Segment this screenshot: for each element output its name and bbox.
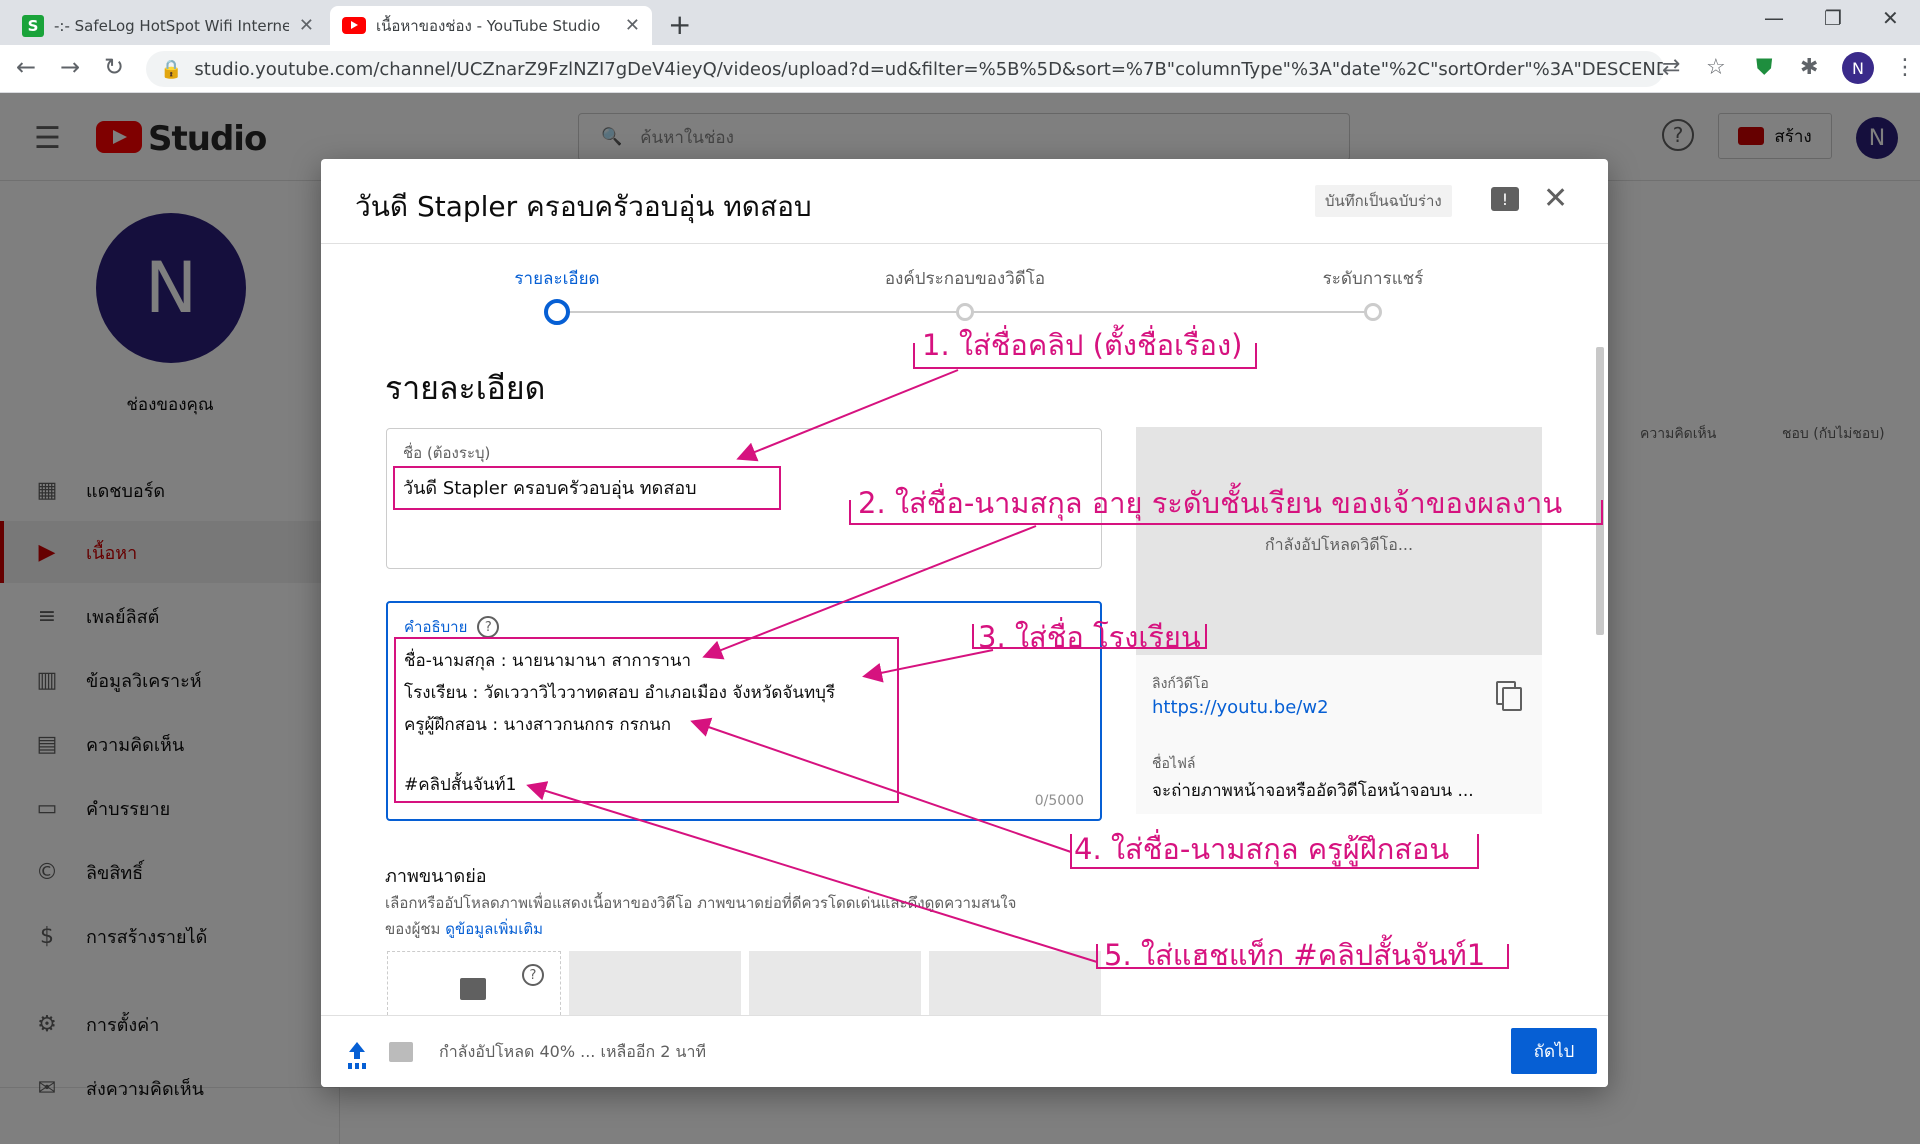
add-image-icon [460, 978, 486, 1000]
description-highlight-box [394, 637, 899, 803]
next-button[interactable]: ถัดไป [1511, 1028, 1597, 1074]
url-text: studio.youtube.com/channel/UCZnarZ9FzlNZ… [194, 58, 1664, 80]
video-link[interactable]: https://youtu.be/w2 [1152, 697, 1329, 718]
hd-icon [389, 1042, 413, 1062]
filename-value: จะถ่ายภาพหน้าจอหรืออัดวิดีโอหน้าจอบน ... [1152, 781, 1474, 801]
copy-icon[interactable] [1496, 681, 1522, 711]
close-tab-icon[interactable]: ✕ [625, 15, 640, 36]
dialog-footer: กำลังอัปโหลด 40% ... เหลืออีก 2 นาที ถัด… [321, 1015, 1608, 1087]
close-icon[interactable]: ✕ [1543, 181, 1568, 216]
minimize-icon[interactable]: — [1764, 6, 1784, 30]
dialog-title: วันดี Stapler ครอบครัวอบอุ่น ทดสอบ [355, 190, 812, 223]
annotation-3: 3. ใส่ชื่อ โรงเรียน [978, 620, 1201, 654]
annotation-2: 2. ใส่ชื่อ-นามสกุล อายุ ระดับชั้นเรียน ข… [858, 486, 1563, 520]
learn-more-link[interactable]: ดูข้อมูลเพิ่มเติม [445, 920, 543, 938]
youtube-favicon-icon [342, 17, 366, 34]
help-icon[interactable]: ? [477, 616, 500, 638]
annotation-5: 5. ใส่แฮชแท็ก #คลิปสั้นจันท์1 [1104, 938, 1486, 972]
browser-menu-icon[interactable]: ⋮ [1894, 55, 1916, 80]
window-close-icon[interactable]: ✕ [1882, 6, 1899, 30]
help-icon[interactable]: ? [522, 964, 544, 986]
translate-icon[interactable]: ⇄ [1662, 55, 1680, 80]
annotation-1: 1. ใส่ชื่อคลิป (ตั้งชื่อเรื่อง) [922, 328, 1243, 362]
restore-icon[interactable]: ❐ [1824, 6, 1842, 30]
video-link-label: ลิงก์วิดีโอ [1152, 676, 1209, 692]
extensions-puzzle-icon[interactable]: ✱ [1800, 55, 1818, 80]
close-tab-icon[interactable]: ✕ [299, 15, 314, 36]
description-label-text: คำอธิบาย [404, 618, 468, 636]
back-icon[interactable]: ← [16, 53, 36, 81]
lock-icon: 🔒 [160, 58, 183, 80]
reload-icon[interactable]: ↻ [104, 53, 124, 81]
dialog-scrollbar[interactable] [1596, 347, 1604, 635]
new-tab-icon[interactable]: + [668, 8, 691, 41]
step-details[interactable]: รายละเอียด [514, 265, 599, 292]
thumbnail-description-2: ของผู้ชม ดูข้อมูลเพิ่มเติม [385, 917, 543, 941]
thumbnail-desc-text: ของผู้ชม [385, 920, 441, 938]
shield-extension-icon[interactable]: ⛊ [1756, 55, 1773, 80]
step-visibility[interactable]: ระดับการแชร์ [1323, 265, 1424, 292]
upload-status: กำลังอัปโหลด 40% ... เหลืออีก 2 นาที [439, 1042, 707, 1061]
forward-icon[interactable]: → [60, 53, 80, 81]
filename-label: ชื่อไฟล์ [1152, 756, 1196, 772]
upload-icon [347, 1042, 367, 1064]
thumbnail-description: เลือกหรืออัปโหลดภาพเพื่อแสดงเนื้อหาของวิ… [385, 894, 1017, 912]
safelog-favicon-icon: S [22, 14, 44, 37]
report-feedback-icon[interactable]: ! [1491, 187, 1519, 211]
section-title: รายละเอียด [385, 369, 546, 407]
step-video-elements[interactable]: องค์ประกอบของวิดีโอ [885, 265, 1045, 292]
browser-tab-safelog[interactable]: S -:- SafeLog HotSpot Wifi Internet ✕ [10, 6, 326, 45]
tab-title: -:- SafeLog HotSpot Wifi Internet [54, 16, 289, 35]
address-bar[interactable]: 🔒 studio.youtube.com/channel/UCZnarZ9Fzl… [146, 51, 1664, 87]
thumbnail-heading: ภาพขนาดย่อ [385, 866, 487, 887]
browser-toolbar: ← → ↻ 🔒 studio.youtube.com/channel/UCZna… [0, 45, 1920, 93]
save-draft-button[interactable]: บันทึกเป็นฉบับร่าง [1315, 185, 1452, 217]
step-dot-details[interactable] [544, 299, 570, 325]
step-dot-visibility[interactable] [1364, 303, 1382, 321]
title-field-label: ชื่อ (ต้องระบุ) [403, 444, 491, 462]
tab-title: เนื้อหาของช่อง - YouTube Studio [376, 16, 601, 35]
title-highlight-box [393, 466, 781, 510]
bookmark-star-icon[interactable]: ☆ [1706, 55, 1726, 80]
browser-tabstrip: S -:- SafeLog HotSpot Wifi Internet ✕ เน… [0, 0, 1920, 45]
description-char-counter: 0/5000 [1034, 793, 1084, 809]
description-field-label: คำอธิบาย ? [404, 615, 500, 639]
step-dot-video-elements[interactable] [956, 303, 974, 321]
browser-profile-avatar[interactable]: N [1842, 52, 1874, 84]
annotation-4: 4. ใส่ชื่อ-นามสกุล ครูผู้ฝึกสอน [1074, 832, 1450, 866]
dialog-divider [321, 243, 1608, 244]
browser-tab-youtube-studio[interactable]: เนื้อหาของช่อง - YouTube Studio ✕ [330, 6, 652, 45]
uploading-video-text: กำลังอัปโหลดวิดีโอ... [1264, 535, 1414, 554]
